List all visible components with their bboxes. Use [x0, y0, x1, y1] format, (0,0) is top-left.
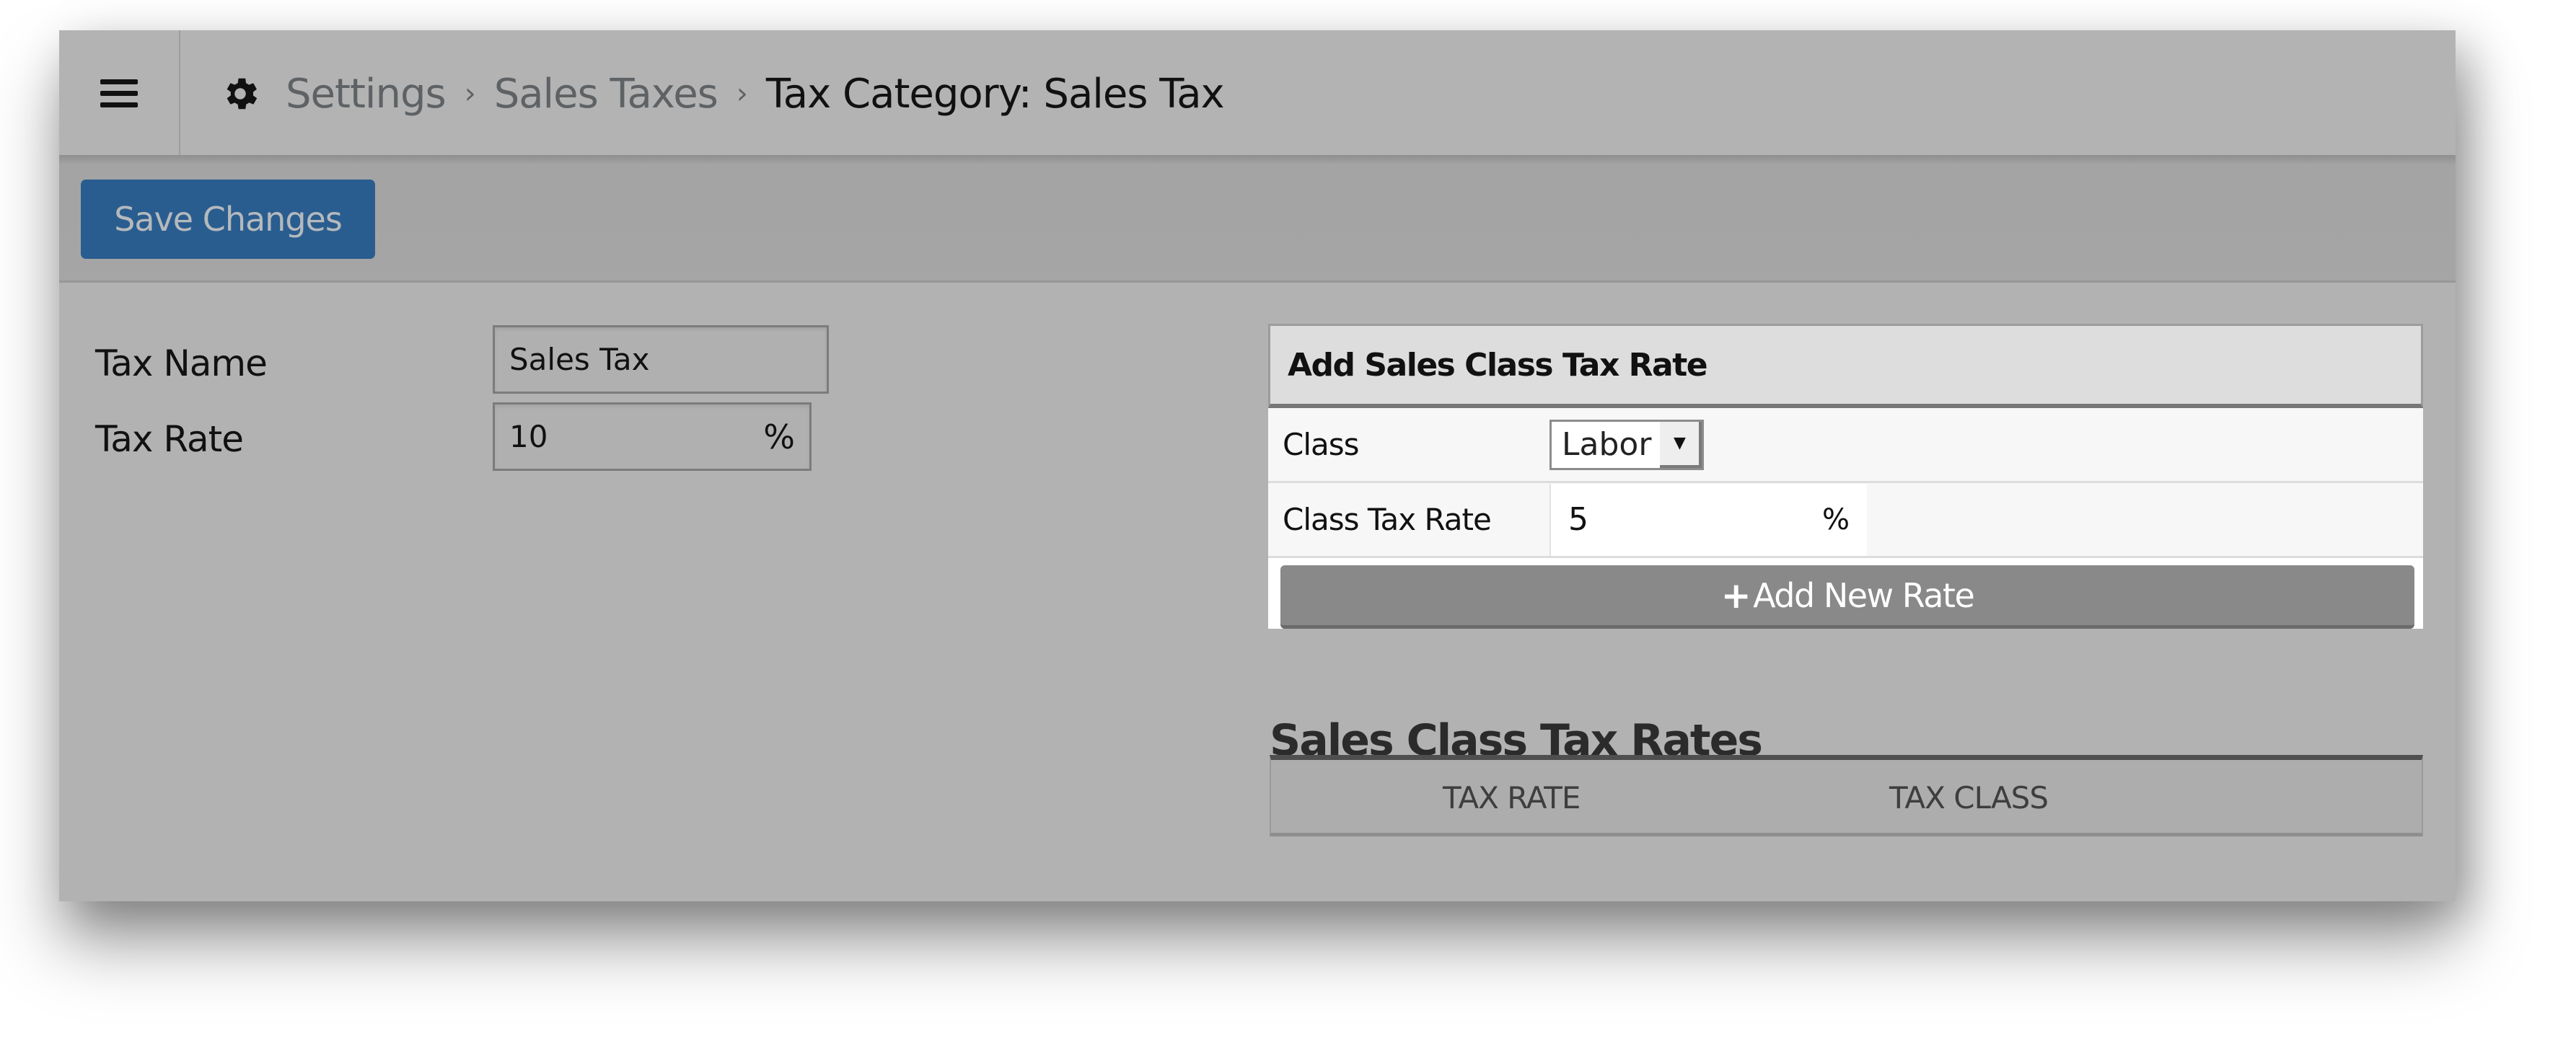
- save-changes-button[interactable]: Save Changes: [81, 180, 375, 259]
- add-button-container: + Add New Rate: [1268, 558, 2423, 629]
- class-tax-rate-value: 5: [1568, 501, 1588, 538]
- chevron-right-icon: ›: [464, 77, 476, 110]
- app-window: Settings › Sales Taxes › Tax Category: S…: [59, 30, 2456, 901]
- class-row: Class Labor ▼: [1268, 408, 2423, 483]
- tax-name-value: Sales Tax: [509, 342, 650, 377]
- class-tax-rate-label: Class Tax Rate: [1283, 502, 1492, 537]
- percent-suffix: %: [1821, 503, 1850, 536]
- tax-rate-value: 10: [509, 419, 548, 454]
- add-class-rate-panel: Add Sales Class Tax Rate Class Labor ▼ C…: [1268, 324, 2423, 629]
- percent-suffix: %: [763, 417, 795, 456]
- action-toolbar: Save Changes: [59, 155, 2456, 283]
- tax-rate-label: Tax Rate: [95, 418, 244, 460]
- tax-name-label: Tax Name: [95, 342, 268, 384]
- breadcrumb-current-page: Tax Category: Sales Tax: [765, 70, 1225, 118]
- breadcrumb-sales-taxes[interactable]: Sales Taxes: [494, 71, 718, 118]
- breadcrumb: Settings › Sales Taxes › Tax Category: S…: [219, 65, 1225, 123]
- class-selected-value: Labor: [1562, 426, 1652, 463]
- menu-button[interactable]: [59, 30, 180, 155]
- add-new-rate-label: Add New Rate: [1753, 575, 1975, 615]
- plus-icon: +: [1720, 574, 1751, 616]
- class-tax-rate-input[interactable]: 5 %: [1549, 483, 1867, 556]
- rates-table: TAX RATE TAX CLASS: [1270, 755, 2423, 836]
- tax-rate-input[interactable]: 10 %: [493, 402, 812, 471]
- add-new-rate-button[interactable]: + Add New Rate: [1280, 565, 2414, 629]
- top-header: Settings › Sales Taxes › Tax Category: S…: [59, 30, 2456, 155]
- class-label: Class: [1283, 427, 1360, 462]
- breadcrumb-settings[interactable]: Settings: [286, 71, 447, 118]
- tax-name-input[interactable]: Sales Tax: [493, 325, 829, 394]
- class-tax-rate-row: Class Tax Rate 5 %: [1268, 483, 2423, 558]
- chevron-down-icon[interactable]: ▼: [1660, 421, 1702, 468]
- column-header-tax-class[interactable]: TAX CLASS: [1889, 780, 2049, 815]
- gear-icon: [227, 78, 258, 110]
- chevron-right-icon: ›: [736, 77, 748, 110]
- class-select[interactable]: Labor ▼: [1549, 419, 1705, 470]
- column-header-tax-rate[interactable]: TAX RATE: [1443, 780, 1581, 815]
- panel-title: Add Sales Class Tax Rate: [1268, 324, 2423, 408]
